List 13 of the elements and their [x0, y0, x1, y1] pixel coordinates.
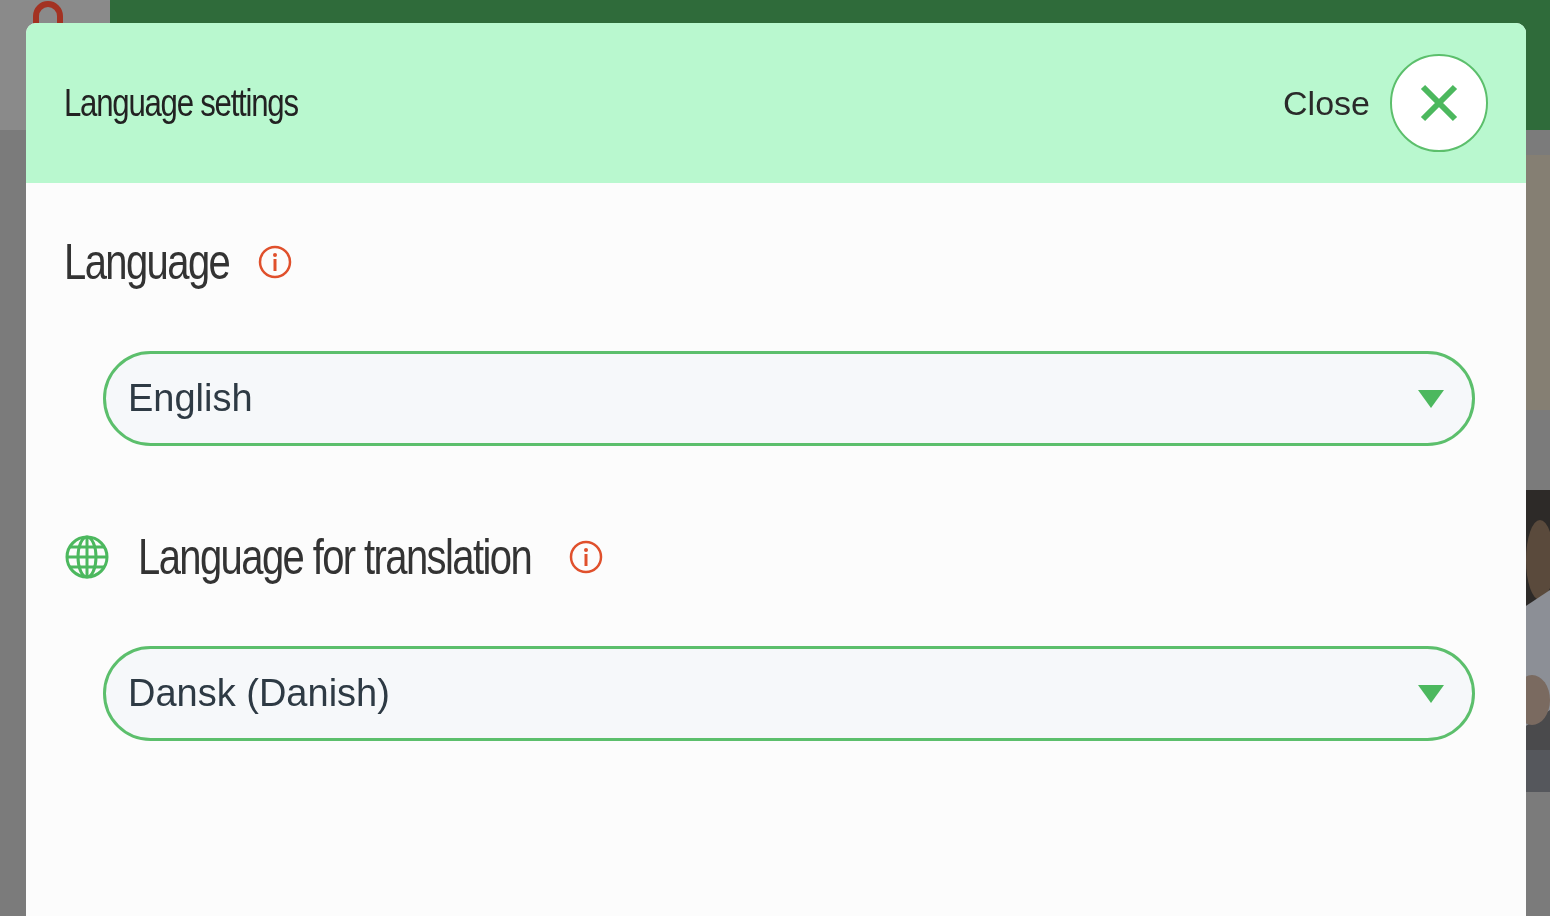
arc-icon — [30, 0, 66, 24]
section-heading: Language — [64, 233, 230, 291]
caret-icon — [1418, 389, 1444, 408]
info-icon[interactable] — [569, 540, 604, 574]
close-icon — [1419, 83, 1459, 123]
dialog-title: Language settings — [64, 81, 299, 125]
language-select[interactable]: English — [103, 351, 1475, 446]
language-select[interactable]: Dansk (Danish) — [103, 646, 1475, 741]
caret-icon — [1418, 684, 1444, 703]
info-icon[interactable] — [258, 245, 293, 279]
close-label: Close — [1283, 83, 1370, 123]
section-heading: Language for translation — [138, 528, 532, 586]
globe-icon — [64, 534, 110, 580]
